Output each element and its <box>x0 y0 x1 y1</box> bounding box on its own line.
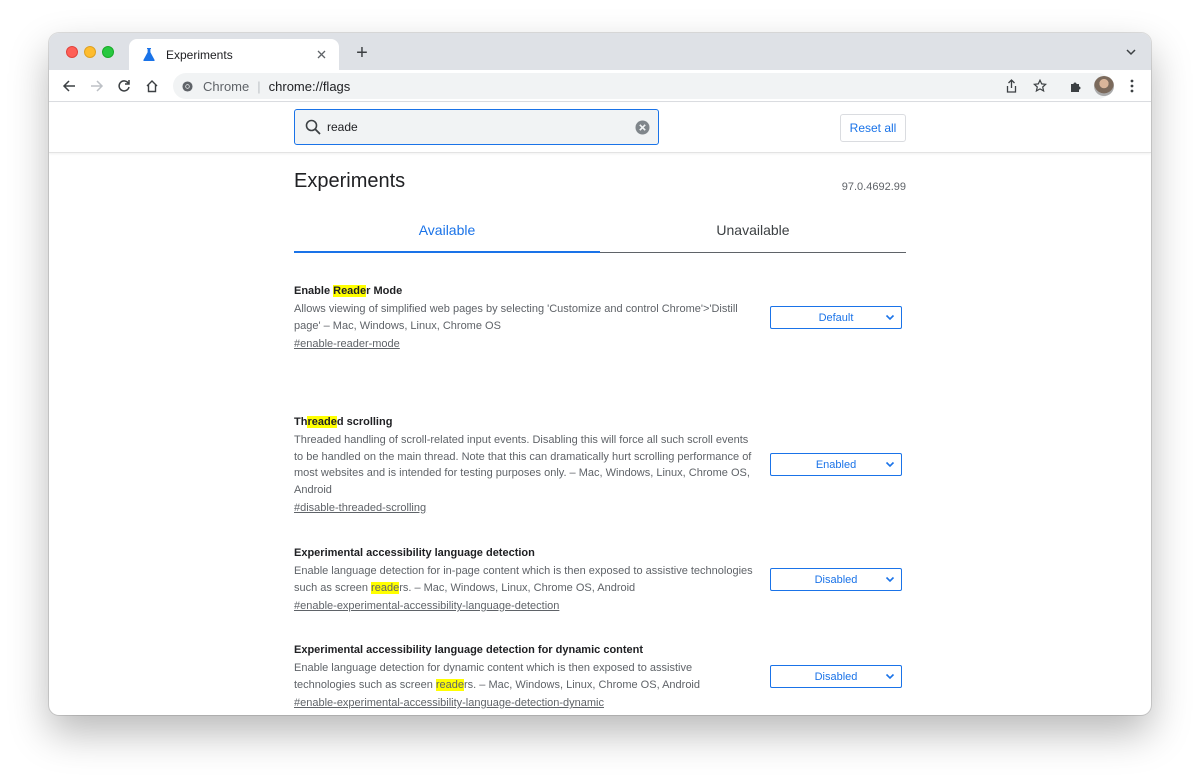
reset-all-button[interactable]: Reset all <box>840 114 906 142</box>
browser-window: Experiments + Chrome | chrome://flags re… <box>49 33 1151 715</box>
browser-toolbar: Chrome | chrome://flags <box>49 70 1151 102</box>
chevron-down-icon <box>885 671 895 681</box>
close-window-button[interactable] <box>66 46 78 58</box>
reload-icon[interactable] <box>114 76 134 96</box>
flag-title: Experimental accessibility language dete… <box>294 547 535 559</box>
flags-header: Reset all <box>49 103 1151 153</box>
flag-title: Enable Reader Mode <box>294 285 403 297</box>
flag-search-box[interactable] <box>294 109 659 145</box>
title-bar: Experiments + <box>49 33 1151 70</box>
address-bar[interactable]: Chrome | chrome://flags <box>173 73 1111 99</box>
flag-item: Enable Reader Mode Allows viewing of sim… <box>294 284 906 352</box>
forward-arrow-icon[interactable] <box>87 76 107 96</box>
flags-tabs: Available Unavailable <box>294 215 906 253</box>
flag-item: Experimental accessibility language dete… <box>294 643 906 711</box>
flag-anchor-link[interactable]: #enable-reader-mode <box>294 338 400 350</box>
flag-description: Enable language detection for in-page co… <box>294 565 753 594</box>
new-tab-button[interactable]: + <box>352 43 372 63</box>
flag-anchor-link[interactable]: #enable-experimental-accessibility-langu… <box>294 697 604 709</box>
search-icon <box>305 119 321 135</box>
page-title: Experiments <box>294 170 406 192</box>
version-label: 97.0.4692.99 <box>841 181 906 193</box>
tab-title: Experiments <box>166 47 233 62</box>
extensions-puzzle-icon[interactable] <box>1066 76 1086 96</box>
tab-available[interactable]: Available <box>294 215 600 253</box>
chevron-down-icon <box>885 459 895 469</box>
profile-avatar[interactable] <box>1094 76 1114 96</box>
minimize-window-button[interactable] <box>84 46 96 58</box>
flag-description: Threaded handling of scroll-related inpu… <box>294 434 752 496</box>
flag-item: Threaded scrolling Threaded handling of … <box>294 415 906 516</box>
url-text: chrome://flags <box>268 78 351 94</box>
flag-item: Experimental accessibility language dete… <box>294 546 906 614</box>
clear-search-icon[interactable] <box>635 120 650 135</box>
flag-state-select[interactable]: Default <box>770 306 902 329</box>
flag-title: Experimental accessibility language dete… <box>294 644 644 656</box>
flag-anchor-link[interactable]: #enable-experimental-accessibility-langu… <box>294 600 559 612</box>
flag-title: Threaded scrolling <box>294 416 393 428</box>
flag-description: Allows viewing of simplified web pages b… <box>294 303 738 332</box>
back-arrow-icon[interactable] <box>59 76 79 96</box>
browser-tab-experiments[interactable]: Experiments <box>129 39 339 70</box>
zoom-window-button[interactable] <box>102 46 114 58</box>
url-separator: | <box>257 78 261 94</box>
tab-unavailable[interactable]: Unavailable <box>600 215 906 252</box>
flag-description: Enable language detection for dynamic co… <box>294 662 700 691</box>
flag-state-select[interactable]: Disabled <box>770 665 902 688</box>
flag-anchor-link[interactable]: #disable-threaded-scrolling <box>294 502 426 514</box>
share-icon[interactable] <box>1002 77 1020 95</box>
chevron-down-icon[interactable] <box>1125 45 1139 59</box>
flag-state-select[interactable]: Disabled <box>770 568 902 591</box>
flask-icon <box>143 48 157 62</box>
close-tab-icon[interactable] <box>313 47 329 63</box>
chevron-down-icon <box>885 574 895 584</box>
chevron-down-icon <box>885 312 895 322</box>
chrome-logo-icon <box>182 80 194 92</box>
site-label: Chrome <box>203 78 250 94</box>
home-icon[interactable] <box>142 76 162 96</box>
more-menu-icon[interactable] <box>1122 76 1142 96</box>
bookmark-star-icon[interactable] <box>1031 77 1049 95</box>
search-input[interactable] <box>327 120 617 134</box>
flag-state-select[interactable]: Enabled <box>770 453 902 476</box>
